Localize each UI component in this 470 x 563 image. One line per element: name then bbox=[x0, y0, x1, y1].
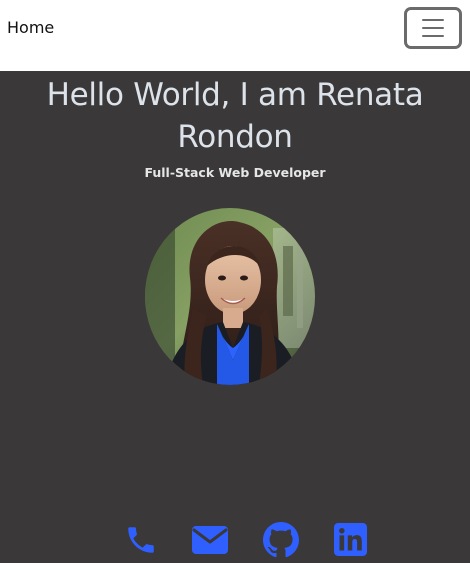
hero-subtitle: Full-Stack Web Developer bbox=[144, 165, 326, 180]
envelope-icon bbox=[192, 526, 228, 554]
phone-icon bbox=[128, 527, 154, 553]
github-link[interactable] bbox=[263, 522, 299, 558]
navbar-toggle-button[interactable] bbox=[404, 7, 462, 49]
phone-link[interactable] bbox=[124, 523, 158, 557]
hero-title: Hello World, I am Renata Rondon bbox=[46, 77, 424, 155]
linkedin-icon bbox=[334, 523, 367, 556]
hero-section: Hello World, I am Renata Rondon Full-Sta… bbox=[0, 71, 470, 563]
github-icon bbox=[263, 522, 299, 558]
profile-photo-illustration bbox=[145, 208, 315, 385]
profile-photo bbox=[145, 208, 315, 385]
hamburger-menu-icon bbox=[422, 19, 444, 37]
linkedin-link[interactable] bbox=[334, 523, 367, 556]
top-navbar: Home bbox=[0, 0, 470, 71]
nav-home-link[interactable]: Home bbox=[7, 17, 54, 39]
contact-links bbox=[0, 521, 470, 563]
email-link[interactable] bbox=[191, 525, 229, 555]
